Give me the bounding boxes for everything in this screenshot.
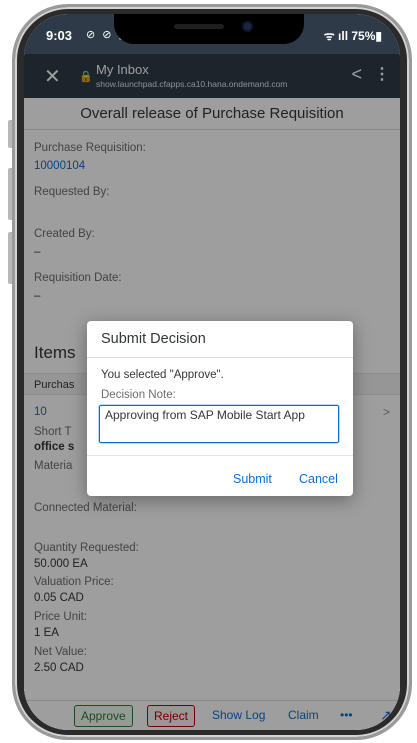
speaker xyxy=(174,24,224,29)
submit-decision-dialog: Submit Decision You selected "Approve". … xyxy=(87,321,353,496)
status-bar: 9:03 ⊘ ⊘ ▣ ᯤ ıll 75%▮ xyxy=(24,14,400,54)
phone-screen: 9:03 ⊘ ⊘ ▣ ᯤ ıll 75%▮ ✕ 🔒 My Inbox show.… xyxy=(24,14,400,730)
decision-note-label: Decision Note: xyxy=(101,389,176,401)
decision-note-input[interactable]: Approving from SAP Mobile Start App xyxy=(98,404,340,444)
submit-button[interactable]: Submit xyxy=(233,472,272,486)
status-time: 9:03 xyxy=(46,28,73,43)
dialog-divider xyxy=(87,357,353,358)
phone-mockup: 9:03 ⊘ ⊘ ▣ ᯤ ıll 75%▮ ✕ 🔒 My Inbox show.… xyxy=(0,0,417,743)
camera-icon xyxy=(242,21,253,32)
notch xyxy=(114,14,304,44)
cancel-button[interactable]: Cancel xyxy=(299,472,338,486)
dialog-message: You selected "Approve". xyxy=(101,369,224,381)
dialog-footer-divider xyxy=(87,455,353,456)
modal-backdrop-footer xyxy=(24,700,400,730)
dialog-title: Submit Decision xyxy=(101,331,206,347)
battery-signal-indicator: ᯤ ıll 75%▮ xyxy=(323,29,382,43)
